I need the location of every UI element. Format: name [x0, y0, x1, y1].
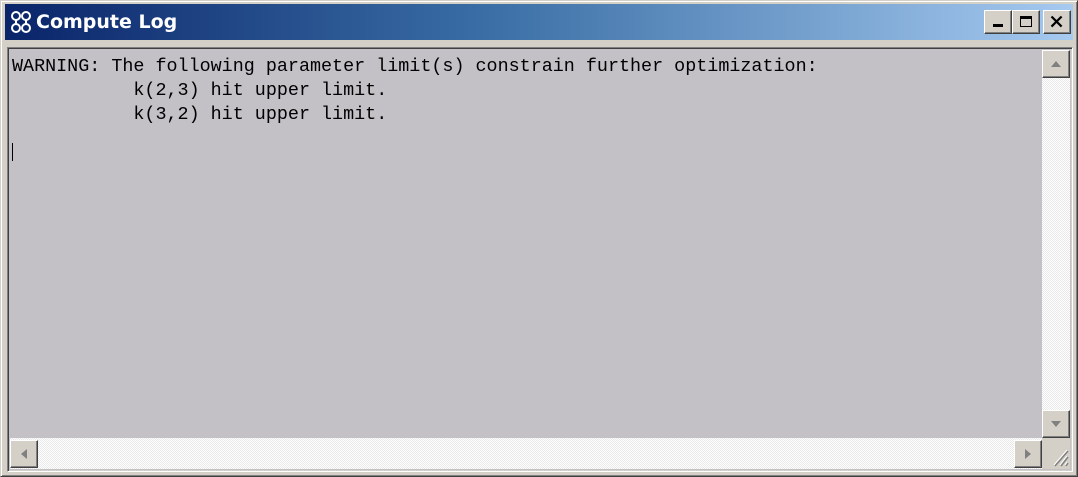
- maximize-button[interactable]: [1012, 10, 1040, 34]
- close-icon: [1050, 15, 1063, 28]
- log-line-limit-2: k(3,2) hit upper limit.: [12, 104, 388, 125]
- scroll-down-button[interactable]: [1042, 410, 1070, 438]
- minimize-button[interactable]: [984, 10, 1012, 34]
- arrow-down-icon: [1051, 421, 1061, 427]
- caption-buttons: [984, 10, 1071, 34]
- resize-grip-icon: [1053, 449, 1069, 467]
- arrow-left-icon: [21, 449, 27, 459]
- title-bar[interactable]: Compute Log: [5, 4, 1073, 40]
- arrow-up-icon: [1051, 61, 1061, 67]
- text-caret: [12, 143, 13, 161]
- scroll-up-button[interactable]: [1042, 50, 1070, 78]
- close-button[interactable]: [1043, 10, 1071, 34]
- window-title: Compute Log: [36, 11, 178, 33]
- scroll-left-button[interactable]: [10, 440, 38, 468]
- horizontal-scrollbar[interactable]: [10, 438, 1042, 469]
- compute-log-app-icon[interactable]: [8, 9, 34, 35]
- log-line-limit-1: k(2,3) hit upper limit.: [12, 80, 388, 101]
- size-grip[interactable]: [1042, 438, 1070, 469]
- log-panel: WARNING: The following parameter limit(s…: [7, 47, 1073, 472]
- compute-log-window: Compute Log WARNING: The following param…: [0, 0, 1078, 477]
- vertical-scrollbar[interactable]: [1042, 50, 1070, 438]
- log-line-warning: WARNING: The following parameter limit(s…: [12, 56, 818, 77]
- maximize-icon: [1020, 16, 1032, 27]
- minimize-icon: [993, 24, 1003, 27]
- arrow-right-icon: [1025, 449, 1031, 459]
- log-text-area[interactable]: WARNING: The following parameter limit(s…: [10, 50, 1042, 438]
- scroll-right-button[interactable]: [1014, 440, 1042, 468]
